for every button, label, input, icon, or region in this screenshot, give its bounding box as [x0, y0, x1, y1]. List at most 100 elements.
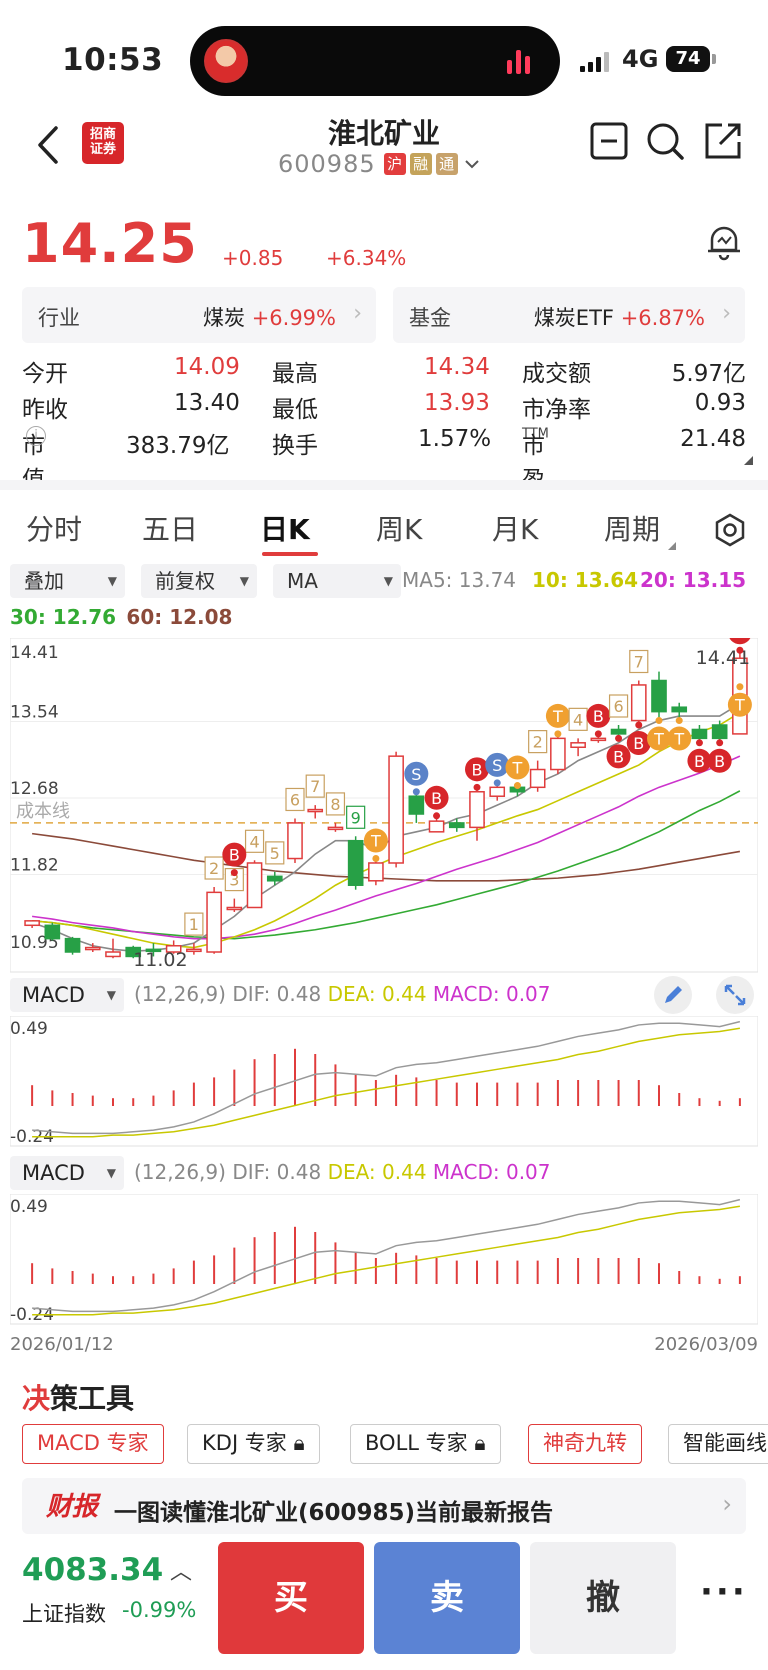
stat-label: 昨收: [22, 397, 68, 423]
search-icon[interactable]: [644, 120, 686, 162]
stat-value: 14.34: [424, 354, 490, 380]
edit-indicator-button[interactable]: [654, 976, 692, 1014]
section-divider: [0, 480, 768, 490]
expand-icon: [724, 984, 746, 1006]
candle-body: [105, 951, 121, 958]
alert-bell-icon[interactable]: [704, 222, 744, 262]
signal-dot: [736, 646, 744, 654]
chart-frame: [10, 1194, 758, 1325]
nine-turn-label: 7: [634, 652, 644, 671]
dif-line: [32, 1020, 741, 1135]
t-signal-label: T: [512, 759, 523, 778]
dropdown-corner: [668, 542, 676, 550]
stock-code-row[interactable]: 600985 沪 融 通: [278, 150, 482, 178]
y-tick-label: 0.49: [10, 1197, 48, 1217]
macd-header-2: MACD ▼ (12,26,9) DIF: 0.48 DEA: 0.44 MACD…: [10, 1156, 768, 1192]
dif-line: [32, 1198, 741, 1313]
adjust-dropdown[interactable]: 前复权 ▼: [141, 564, 257, 598]
index-change: -0.99%: [122, 1598, 197, 1622]
low-price-label: 11.02: [133, 949, 187, 971]
expand-corner[interactable]: [744, 456, 753, 465]
candle-body: [64, 937, 81, 953]
pencil-icon: [665, 986, 682, 1003]
signal-dot: [554, 730, 562, 738]
nine-turn-label: 4: [249, 832, 259, 851]
cancel-order-button[interactable]: 撤: [530, 1542, 676, 1654]
nine-turn-label: 2: [533, 733, 543, 752]
candle-body: [570, 742, 586, 749]
tab-period[interactable]: 周期: [604, 508, 660, 548]
tab-daily-k[interactable]: 日K: [260, 508, 310, 548]
tab-intraday[interactable]: 分时: [26, 508, 82, 548]
stat-value: 14.09: [174, 354, 240, 380]
report-logo: 财报: [46, 1492, 99, 1522]
macd-chart-2[interactable]: 0.49-0.24: [10, 1194, 758, 1326]
signal-dot: [493, 779, 501, 787]
buy-button[interactable]: 买: [218, 1542, 364, 1654]
macd-chart-1[interactable]: 0.49-0.24: [10, 1016, 758, 1148]
period-tabs: 分时 五日 日K 周K 月K 周期: [0, 498, 768, 560]
ma30-line: [32, 790, 741, 940]
macd-legend: (12,26,9) DIF: 0.48 DEA: 0.44 MACD: 0.07: [134, 1160, 551, 1184]
overlay-dropdown[interactable]: 叠加 ▼: [10, 564, 125, 598]
stats-row: 昨收 13.40 最低 13.93 市净率 0.93: [22, 390, 748, 428]
chip-kdj-expert[interactable]: KDJ 专家 🔒︎: [187, 1424, 320, 1464]
tab-monthly-k[interactable]: 月K: [492, 508, 538, 548]
candle-body: [671, 706, 688, 713]
buy-signal-label: B: [229, 846, 240, 865]
share-icon[interactable]: [702, 120, 744, 162]
stock-code: 600985: [278, 150, 376, 178]
candle-body: [610, 728, 627, 735]
chip-smart-draw[interactable]: 智能画线: [668, 1424, 768, 1464]
tab-weekly-k[interactable]: 周K: [376, 508, 422, 548]
chip-magic-nine[interactable]: 神奇九转: [528, 1424, 642, 1464]
y-tick-label: 13.54: [10, 702, 59, 722]
ma10-value: 10: 13.64: [532, 568, 639, 592]
signal-dot: [433, 812, 441, 820]
indicator-dropdown[interactable]: MA ▼: [273, 564, 401, 598]
signal-dot: [716, 739, 724, 747]
t-signal-label: T: [673, 730, 684, 749]
signal-dot: [513, 782, 521, 790]
report-banner[interactable]: 财报 一图读懂淮北矿业(600985)当前最新报告 ›: [22, 1478, 746, 1534]
macd-selector[interactable]: MACD ▼: [10, 1156, 124, 1190]
buy-signal-label: B: [734, 638, 745, 642]
last-price: 14.25: [22, 212, 198, 275]
info-icon: i: [26, 426, 46, 446]
signal-icon: [580, 52, 609, 72]
industry-pill[interactable]: 行业 煤炭 +6.99% ›: [22, 287, 376, 343]
fund-pill[interactable]: 基金 煤炭ETF +6.87% ›: [393, 287, 745, 343]
status-bar: 10:53 4G 74: [0, 0, 768, 110]
stock-header: 招商 证券 淮北矿业 600985 沪 融 通: [0, 110, 768, 190]
chip-boll-expert[interactable]: BOLL 专家 🔒︎: [350, 1424, 501, 1464]
sell-button[interactable]: 卖: [374, 1542, 520, 1654]
stat-value: 383.79亿: [126, 433, 230, 459]
candle-body: [24, 920, 40, 927]
industry-label: 行业: [38, 306, 80, 330]
lock-icon: 🔒︎: [474, 1431, 486, 1455]
tab-five-day[interactable]: 五日: [142, 508, 198, 548]
index-value[interactable]: 4083.34: [22, 1552, 163, 1588]
sell-signal-label: S: [411, 765, 421, 784]
candle-body: [550, 737, 566, 771]
fullscreen-button[interactable]: [716, 976, 754, 1014]
stat-value: 13.40: [174, 390, 240, 416]
chevron-up-icon[interactable]: ︿: [170, 1554, 192, 1586]
stat-value: 0.93: [694, 390, 746, 416]
candle-body: [489, 786, 506, 797]
stat-value: 21.48: [680, 426, 746, 452]
buy-signal-label: B: [431, 789, 442, 808]
more-icon[interactable]: ···: [700, 1572, 748, 1612]
price-change-pct: +6.34%: [326, 246, 407, 270]
chip-macd-expert[interactable]: MACD 专家: [22, 1424, 164, 1464]
candle-body: [186, 948, 202, 953]
macd-selector[interactable]: MACD ▼: [10, 978, 124, 1012]
candle-body: [307, 808, 324, 813]
remove-watchlist-icon[interactable]: [588, 120, 630, 162]
buy-signal-label: B: [472, 760, 483, 779]
chart-settings-icon[interactable]: [712, 512, 748, 548]
stats-row: 市值i 383.79亿 换手 1.57% 市盈TTM 21.48: [22, 426, 746, 493]
tag-shanghai: 沪: [383, 153, 406, 175]
signal-dot: [736, 683, 744, 691]
candlestick-chart[interactable]: 14.4113.5412.6811.8210.95成本线11.0214.4112…: [10, 638, 758, 974]
